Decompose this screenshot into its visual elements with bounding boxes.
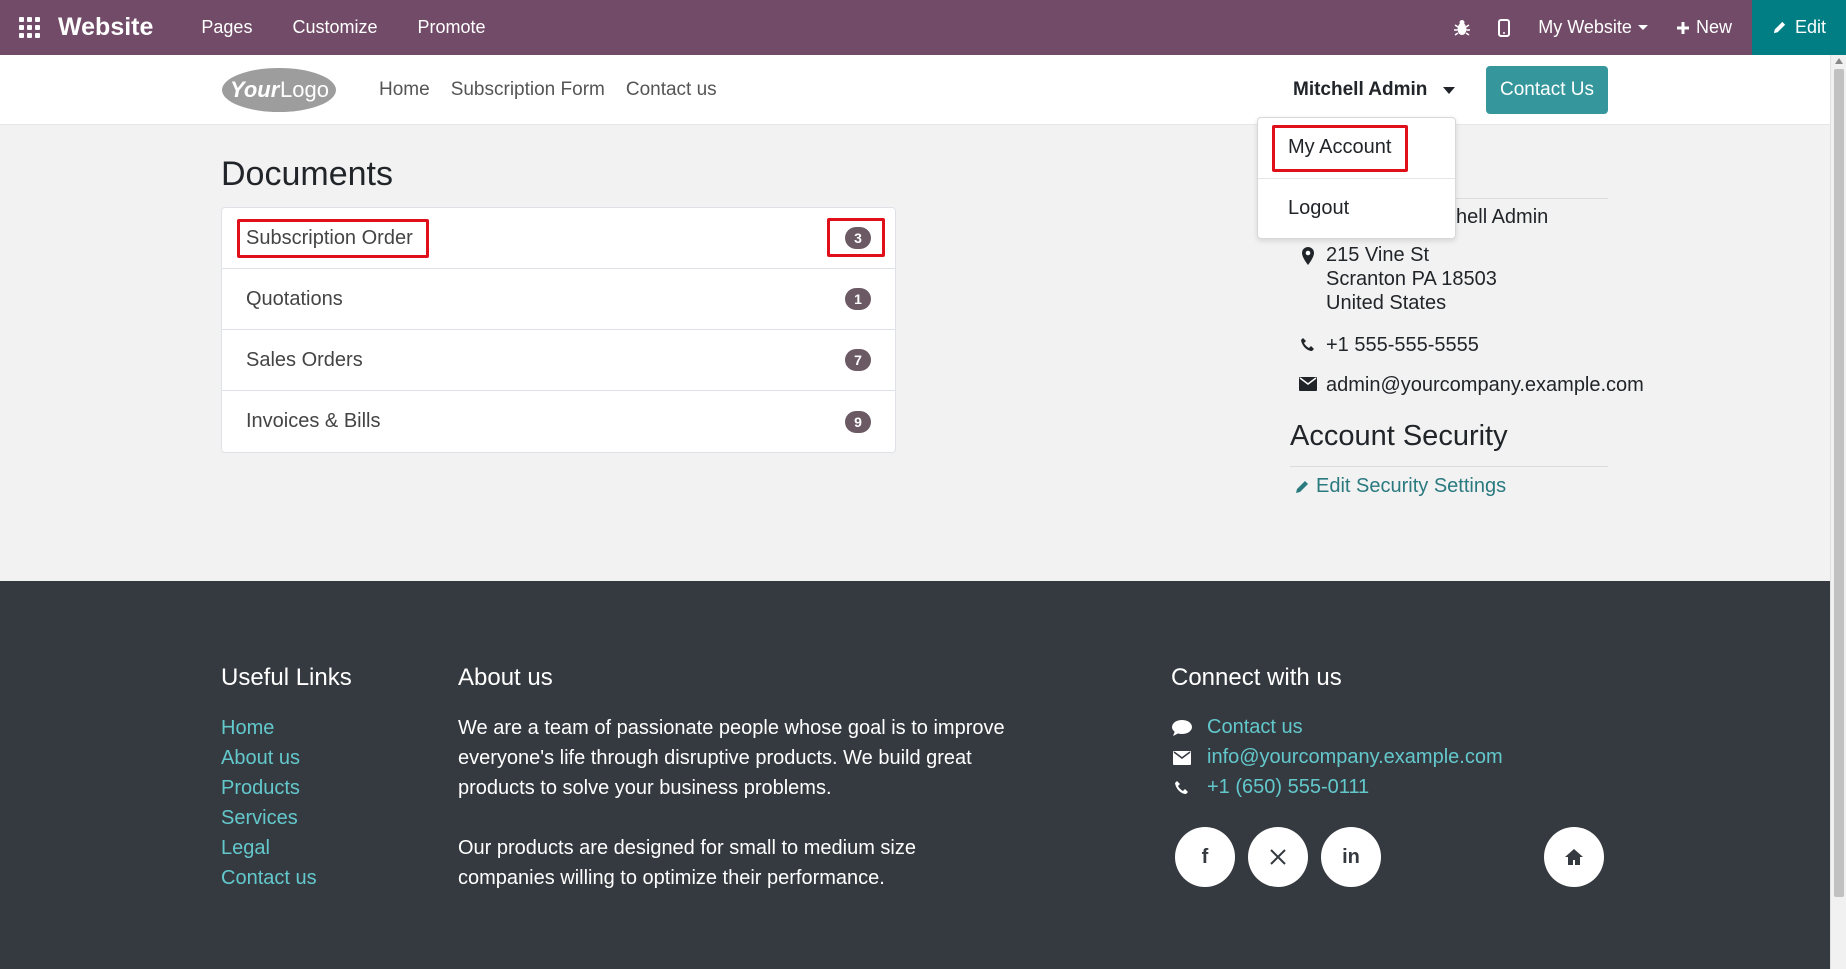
page-scrollbar[interactable] — [1830, 55, 1846, 969]
footer-phone[interactable]: +1 (650) 555-0111 — [1171, 776, 1369, 799]
company-logo[interactable]: Your Logo — [220, 65, 340, 115]
linkedin-button[interactable]: in — [1321, 827, 1381, 887]
site-nav: Home Subscription Form Contact us — [379, 55, 738, 125]
apps-grid-icon — [18, 17, 40, 38]
app-brand[interactable]: Website — [58, 13, 153, 42]
x-twitter-icon — [1270, 849, 1286, 865]
about-line: Our products are designed for small to m… — [458, 837, 916, 859]
account-phone: +1 555-555-5555 — [1290, 333, 1479, 357]
useful-links-title: Useful Links — [221, 664, 352, 691]
plus-icon — [1676, 21, 1689, 34]
documents-title: Documents — [221, 155, 393, 193]
map-marker-icon — [1290, 243, 1326, 315]
facebook-icon: f — [1201, 845, 1209, 868]
menu-promote[interactable]: Promote — [417, 17, 485, 38]
about-us-text: We are a team of passionate people whose… — [458, 713, 1018, 893]
website-selector[interactable]: My Website — [1538, 17, 1648, 38]
svg-text:Your: Your — [230, 77, 281, 102]
footer-link-about-us[interactable]: About us — [221, 743, 317, 773]
envelope-icon — [1290, 373, 1326, 397]
phone-icon — [1171, 780, 1193, 796]
footer-link-home[interactable]: Home — [221, 713, 317, 743]
footer-email-label: info@yourcompany.example.com — [1207, 746, 1503, 768]
x-twitter-button[interactable] — [1248, 827, 1308, 887]
highlight-subscription-count — [827, 218, 885, 257]
edit-button[interactable]: Edit — [1751, 0, 1846, 55]
user-menu-toggle[interactable]: Mitchell Admin — [1293, 55, 1456, 125]
documents-item-quotations[interactable]: Quotations 1 — [222, 269, 895, 330]
svg-text:Logo: Logo — [280, 77, 329, 102]
nav-home[interactable]: Home — [379, 79, 430, 101]
linkedin-icon: in — [1342, 845, 1360, 868]
account-address: 215 Vine St Scranton PA 18503 United Sta… — [1290, 243, 1497, 315]
edit-security-label: Edit Security Settings — [1316, 475, 1507, 497]
dropdown-divider — [1258, 178, 1455, 179]
footer-contact-us[interactable]: Contact us — [1171, 716, 1303, 739]
phone-number: +1 555-555-5555 — [1326, 334, 1479, 356]
comment-icon — [1171, 719, 1193, 736]
document-label: Quotations — [246, 287, 343, 310]
pencil-icon — [1773, 21, 1786, 34]
about-line: products to solve your business problems… — [458, 777, 832, 799]
address-line-3: United States — [1326, 292, 1447, 314]
home-icon — [1565, 849, 1583, 865]
highlight-my-account — [1272, 125, 1408, 172]
count-badge: 9 — [845, 410, 871, 433]
edit-security-settings-link[interactable]: Edit Security Settings — [1294, 475, 1506, 498]
user-name: Mitchell Admin — [1293, 79, 1428, 100]
documents-item-sales-orders[interactable]: Sales Orders 7 — [222, 330, 895, 391]
footer-link-services[interactable]: Services — [221, 803, 317, 833]
edit-label: Edit — [1794, 17, 1826, 37]
site-header: Your Logo Home Subscription Form Contact… — [0, 55, 1830, 125]
dropdown-item-logout[interactable]: Logout — [1258, 197, 1457, 220]
security-divider — [1290, 466, 1608, 467]
address-line-1: 215 Vine St — [1326, 244, 1430, 266]
useful-links-list: Home About us Products Services Legal Co… — [221, 713, 317, 893]
menu-customize[interactable]: Customize — [292, 17, 377, 38]
footer-link-products[interactable]: Products — [221, 773, 317, 803]
debug-bug-icon[interactable] — [1454, 19, 1471, 37]
new-label: New — [1695, 17, 1732, 37]
document-label: Sales Orders — [246, 348, 363, 371]
count-badge: 7 — [845, 349, 871, 371]
contact-us-button[interactable]: Contact Us — [1486, 66, 1608, 114]
footer-contact-label: Contact us — [1207, 716, 1303, 738]
nav-contact-us[interactable]: Contact us — [626, 79, 717, 101]
envelope-icon — [1171, 750, 1193, 765]
address-line-2: Scranton PA 18503 — [1326, 268, 1497, 290]
footer-link-contact-us[interactable]: Contact us — [221, 863, 317, 893]
documents-item-invoices-bills[interactable]: Invoices & Bills 9 — [222, 391, 895, 452]
mobile-preview-icon[interactable] — [1498, 18, 1511, 37]
menu-pages[interactable]: Pages — [201, 17, 252, 38]
pencil-icon — [1296, 480, 1308, 493]
about-line: We are a team of passionate people whose… — [458, 717, 1005, 739]
scroll-up-arrow-icon[interactable] — [1835, 58, 1843, 64]
admin-top-bar: Website Pages Customize Promote My Websi… — [0, 0, 1846, 55]
count-badge: 1 — [845, 288, 871, 310]
footer-phone-label: +1 (650) 555-0111 — [1207, 776, 1370, 798]
account-security-title: Account Security — [1290, 420, 1508, 452]
new-button[interactable]: New — [1676, 17, 1732, 38]
site-footer: Useful Links Home About us Products Serv… — [0, 581, 1830, 969]
email-address: admin@yourcompany.example.com — [1326, 374, 1644, 396]
scrollbar-thumb[interactable] — [1834, 69, 1844, 897]
home-button[interactable] — [1544, 827, 1604, 887]
about-line: companies willing to optimize their perf… — [458, 867, 885, 889]
phone-icon — [1290, 333, 1326, 357]
caret-down-icon — [1443, 86, 1456, 94]
footer-email[interactable]: info@yourcompany.example.com — [1171, 746, 1503, 769]
highlight-subscription-order — [237, 219, 429, 258]
connect-title: Connect with us — [1171, 664, 1342, 691]
account-email: admin@yourcompany.example.com — [1290, 373, 1644, 397]
facebook-button[interactable]: f — [1175, 827, 1235, 887]
nav-subscription-form[interactable]: Subscription Form — [451, 79, 605, 101]
document-label: Invoices & Bills — [246, 410, 381, 432]
chevron-down-icon — [1637, 25, 1648, 30]
about-line: everyone's life through disruptive produ… — [458, 747, 972, 769]
footer-link-legal[interactable]: Legal — [221, 833, 317, 863]
about-us-title: About us — [458, 664, 553, 691]
apps-menu-button[interactable] — [0, 0, 58, 55]
account-name: chell Admin — [1446, 206, 1549, 228]
website-selector-label: My Website — [1538, 17, 1632, 37]
